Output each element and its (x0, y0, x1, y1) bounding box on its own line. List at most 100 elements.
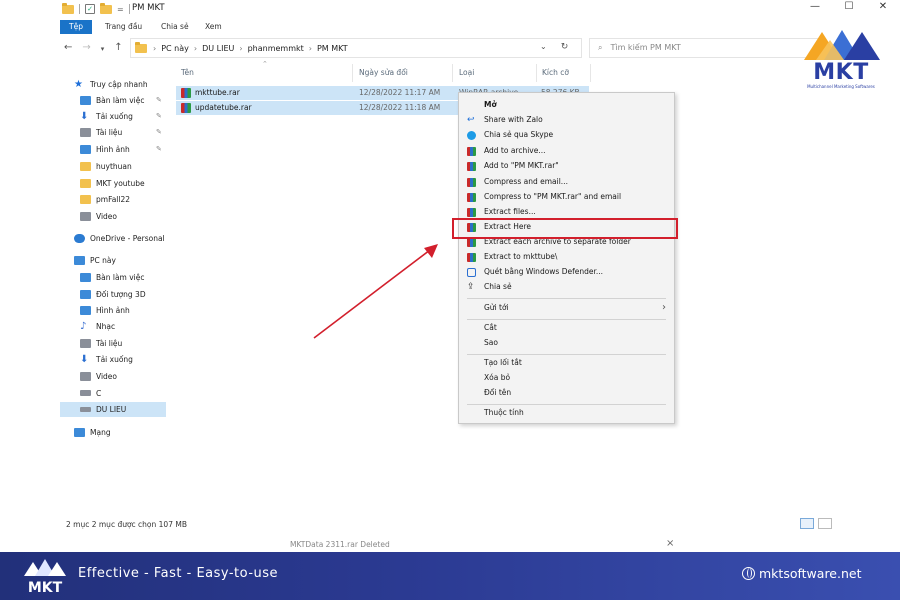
address-bar[interactable]: › PC này › DU LIEU › phanmemmkt › PM MKT (130, 38, 582, 58)
menu-item-add-to-rar[interactable]: Add to "PM MKT.rar" (459, 159, 674, 174)
menu-item-add-archive[interactable]: Add to archive... (459, 144, 674, 159)
menu-item-delete[interactable]: Xóa bỏ (459, 371, 674, 386)
menu-item-share[interactable]: ⇪ Chia sẻ (459, 280, 674, 295)
sidebar-onedrive[interactable]: OneDrive - Personal (74, 231, 165, 245)
breadcrumb-phanmemmkt[interactable]: phanmemmkt (248, 44, 304, 53)
sidebar-item-mkt-youtube[interactable]: MKT youtube (80, 176, 145, 190)
menu-item-cut[interactable]: Cắt (459, 321, 674, 336)
menu-item-send-to[interactable]: Gửi tới › (459, 301, 674, 316)
column-header-name[interactable]: Tên (181, 68, 194, 77)
properties-icon[interactable]: ✓ (85, 4, 95, 14)
sidebar-item-pmfall22[interactable]: pmFall22 (80, 192, 130, 206)
pin-icon[interactable]: ✎ (156, 128, 162, 136)
sidebar-this-pc[interactable]: PC này (74, 253, 116, 267)
menu-item-share-skype[interactable]: Chia sẻ qua Skype (459, 128, 674, 143)
tab-view[interactable]: Xem (196, 20, 231, 34)
breadcrumb-du-lieu[interactable]: DU LIEU (202, 44, 234, 53)
zalo-icon: ↩ (467, 115, 475, 125)
breadcrumb-pc[interactable]: PC này (161, 44, 189, 53)
menu-separator (467, 404, 666, 405)
sidebar-label: C (96, 388, 102, 398)
search-box[interactable]: ⌕ Tìm kiếm PM MKT (589, 38, 819, 58)
tab-file[interactable]: Tệp (60, 20, 92, 34)
sidebar-label: OneDrive - Personal (90, 233, 165, 243)
sidebar-item-music[interactable]: ♪ Nhạc (80, 319, 115, 333)
sidebar-item-pc-desktop[interactable]: Bàn làm việc (80, 270, 145, 284)
tab-share[interactable]: Chia sẻ (152, 20, 198, 34)
sidebar-item-pc-pictures[interactable]: Hình ảnh (80, 303, 130, 317)
chevron-right-icon[interactable]: › (309, 44, 312, 53)
website-link[interactable]: mktsoftware.net (742, 566, 861, 581)
menu-item-label: Đổi tên (484, 388, 512, 397)
column-divider[interactable] (452, 64, 453, 82)
sidebar-item-drive-c[interactable]: C (80, 386, 101, 400)
details-view-button[interactable] (800, 518, 814, 529)
column-divider[interactable] (352, 64, 353, 82)
folder-icon[interactable] (62, 2, 74, 14)
menu-item-copy[interactable]: Sao (459, 336, 674, 351)
menu-item-label: Xóa bỏ (484, 373, 511, 382)
sidebar-item-3d-objects[interactable]: Đối tượng 3D (80, 287, 146, 301)
sidebar-item-huythuan[interactable]: huythuan (80, 159, 132, 173)
pin-icon[interactable]: ✎ (156, 96, 162, 104)
column-header-size[interactable]: Kích cỡ (542, 68, 569, 77)
menu-item-scan-defender[interactable]: Quét bằng Windows Defender... (459, 265, 674, 280)
mkt-logo-subtitle: Multichannel Marketing Softwares (807, 84, 875, 89)
menu-item-compress-rar-email[interactable]: Compress to "PM MKT.rar" and email (459, 190, 674, 205)
winrar-icon (467, 253, 476, 262)
refresh-icon[interactable]: ↻ (561, 42, 569, 52)
maximize-button[interactable]: ☐ (832, 0, 866, 16)
column-header-type[interactable]: Loại (459, 68, 474, 77)
menu-item-properties[interactable]: Thuộc tính (459, 406, 674, 421)
chevron-right-icon[interactable]: › (239, 44, 242, 53)
annotation-arrow (313, 244, 438, 339)
sidebar-label: PC này (90, 255, 116, 265)
pin-icon[interactable]: ✎ (156, 112, 162, 120)
menu-item-create-shortcut[interactable]: Tạo lối tắt (459, 356, 674, 371)
sidebar-item-downloads[interactable]: ⬇ Tải xuống (80, 109, 133, 123)
highlight-box (452, 218, 678, 239)
menu-item-open[interactable]: Mở (459, 98, 674, 113)
sidebar-label: DU LIEU (96, 404, 127, 414)
title-bar: ✓ = PM MKT — ☐ ✕ (0, 0, 900, 18)
menu-item-extract-to[interactable]: Extract to mkttube\ (459, 250, 674, 265)
sidebar-quick-access[interactable]: ★ Truy cập nhanh (74, 77, 148, 91)
document-icon (80, 338, 91, 348)
sidebar-item-pc-downloads[interactable]: ⬇ Tải xuống (80, 352, 133, 366)
recent-chevron-icon[interactable]: ▾ (101, 42, 105, 56)
menu-item-rename[interactable]: Đổi tên (459, 386, 674, 401)
chevron-down-icon[interactable]: ⌄ (540, 42, 547, 52)
customize-toolbar-icon[interactable]: = (117, 5, 124, 14)
sidebar-item-desktop[interactable]: Bàn làm việc (80, 93, 145, 107)
column-divider[interactable] (536, 64, 537, 82)
minimize-button[interactable]: — (798, 0, 832, 16)
file-date: 12/28/2022 11:17 AM (359, 88, 441, 97)
sidebar-network[interactable]: Mạng (74, 425, 111, 439)
tiles-view-button[interactable] (818, 518, 832, 529)
sidebar-label: Tài liệu (96, 127, 123, 137)
column-divider[interactable] (590, 64, 591, 82)
close-icon[interactable]: × (666, 538, 674, 549)
sidebar-item-pc-video[interactable]: Video (80, 369, 117, 383)
ribbon-tabs: Tệp Trang đầu Chia sẻ Xem (0, 20, 900, 34)
column-header-date[interactable]: Ngày sửa đổi (359, 68, 408, 77)
pin-icon[interactable]: ✎ (156, 145, 162, 153)
sidebar-item-documents[interactable]: Tài liệu (80, 125, 122, 139)
close-button[interactable]: ✕ (866, 0, 900, 16)
breadcrumb-pm-mkt[interactable]: PM MKT (317, 44, 348, 53)
chevron-right-icon[interactable]: › (194, 44, 197, 53)
sidebar-item-pictures[interactable]: Hình ảnh (80, 142, 130, 156)
tab-home[interactable]: Trang đầu (96, 20, 151, 34)
sidebar-item-video[interactable]: Video (80, 209, 117, 223)
new-folder-icon[interactable] (100, 2, 112, 14)
menu-item-share-zalo[interactable]: ↩ Share with Zalo (459, 113, 674, 128)
sidebar-label: huythuan (96, 161, 132, 171)
sidebar-label: Tải xuống (96, 354, 133, 364)
sidebar-item-pc-documents[interactable]: Tài liệu (80, 336, 122, 350)
forward-arrow-icon[interactable]: → (82, 42, 90, 56)
back-arrow-icon[interactable]: ← (64, 42, 72, 56)
sidebar-item-du-lieu[interactable]: DU LIEU (80, 402, 126, 416)
up-arrow-icon[interactable]: ↑ (114, 42, 122, 56)
menu-item-compress-email[interactable]: Compress and email... (459, 175, 674, 190)
chevron-right-icon[interactable]: › (153, 44, 156, 53)
